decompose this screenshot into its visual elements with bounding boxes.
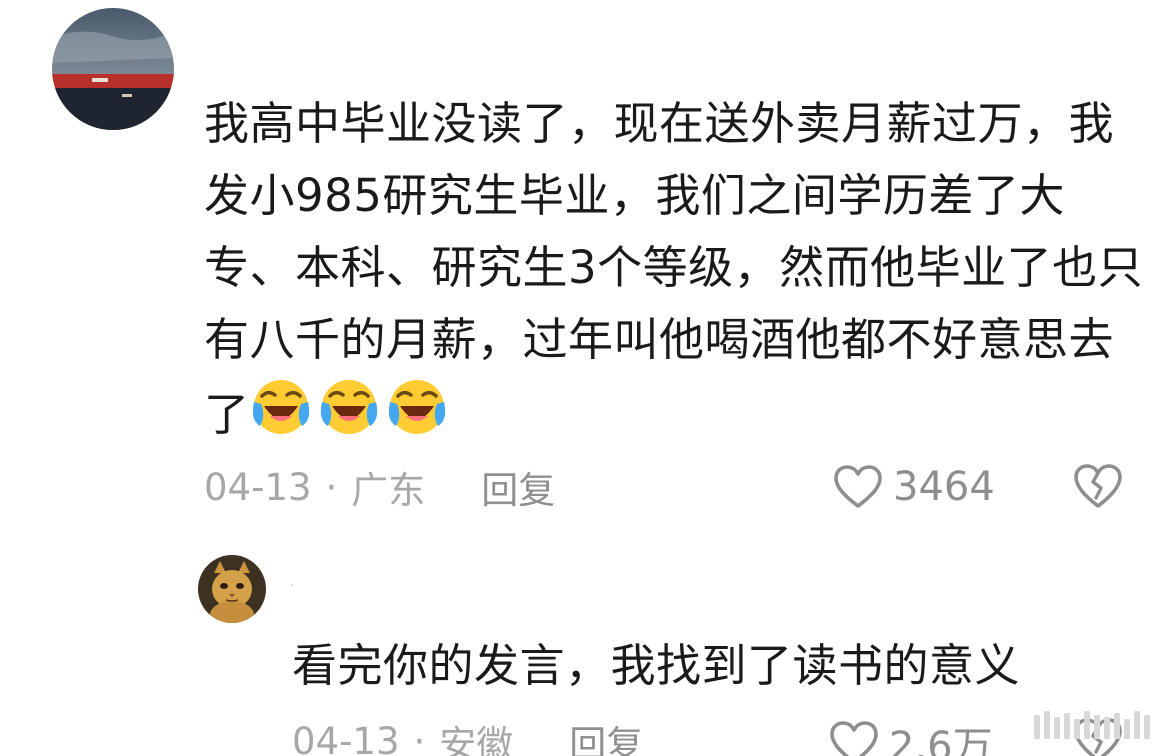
laughing-crying-emoji: [318, 376, 380, 438]
reply-like-button[interactable]: 2.6万: [829, 716, 993, 756]
comment-meta: 04-13 · 广东 回复: [204, 460, 555, 514]
reply-meta: 04-13 · 安徽 回复: [292, 716, 643, 756]
reply-location: 安徽: [439, 723, 514, 756]
cat-avatar-image: [198, 555, 266, 623]
reply-username[interactable]: ·: [290, 578, 294, 594]
laughing-crying-emoji: [250, 376, 312, 438]
like-count: 3464: [893, 464, 995, 510]
commenter-avatar-image: [52, 8, 174, 130]
reply-text: 看完你的发言，我找到了读书的意义: [292, 639, 1021, 692]
watermark-logo: [1030, 705, 1160, 745]
meta-separator: ·: [325, 465, 338, 509]
reply-reply-button[interactable]: 回复: [569, 714, 643, 756]
dislike-button[interactable]: [1072, 462, 1124, 510]
comment-location: 广东: [351, 469, 426, 512]
heart-icon: [830, 721, 878, 756]
comment-date: 04-13: [204, 465, 312, 509]
laughing-crying-emoji: [386, 376, 448, 438]
heart-icon: [834, 465, 882, 508]
like-button[interactable]: 3464: [833, 460, 995, 514]
reply-like-count: 2.6万: [889, 724, 993, 756]
meta-separator: ·: [413, 719, 426, 756]
commenter-avatar[interactable]: [52, 8, 174, 130]
reply-button[interactable]: 回复: [481, 460, 555, 514]
replier-avatar[interactable]: [198, 555, 266, 623]
broken-heart-icon: [1074, 464, 1122, 508]
reply-date: 04-13: [292, 719, 400, 756]
comment-thread: 我高中毕业没读了，现在送外卖月薪过万，我发小985研究生毕业，我们之间学历差了大…: [0, 0, 1170, 756]
comment-text: 我高中毕业没读了，现在送外卖月薪过万，我发小985研究生毕业，我们之间学历差了大…: [204, 88, 1154, 451]
